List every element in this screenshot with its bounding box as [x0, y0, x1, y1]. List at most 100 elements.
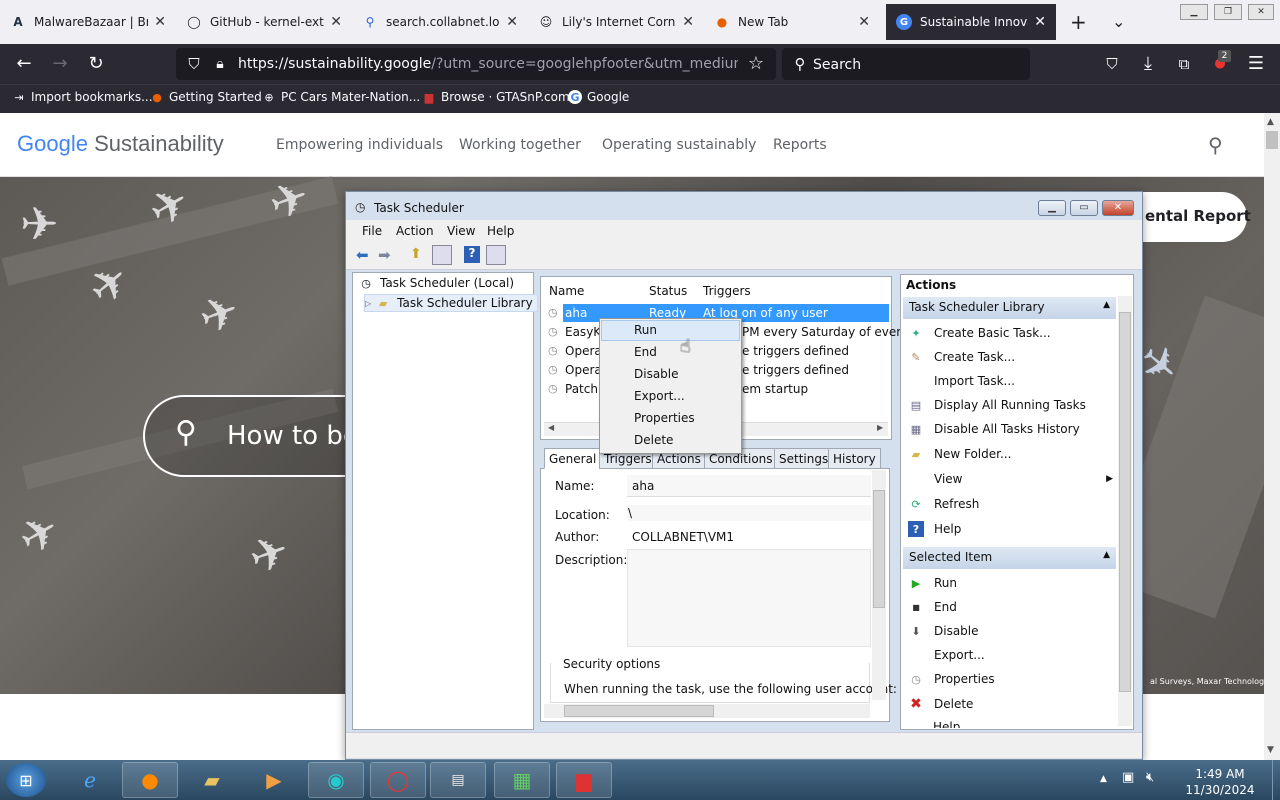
tab-settings[interactable]: Settings	[774, 448, 834, 469]
menu-view[interactable]: View	[447, 224, 475, 238]
start-button[interactable]: ⊞	[6, 763, 46, 797]
tab-github[interactable]: ◯ GitHub - kernel-extens ✕	[176, 4, 352, 40]
shield-icon[interactable]: ⛉	[182, 52, 206, 76]
help-icon[interactable]: ?	[464, 246, 480, 263]
tab-history[interactable]: History	[828, 448, 881, 469]
show-hide-tree-icon[interactable]	[432, 245, 452, 265]
action-display-running-tasks[interactable]: ▤ Display All Running Tasks	[908, 397, 1086, 413]
menu-help[interactable]: Help	[487, 224, 514, 238]
context-delete[interactable]: Delete	[634, 433, 673, 447]
bookmark-pc-cars[interactable]: ⊕ PC Cars Mater-Nation...	[262, 90, 420, 104]
nav-working-together[interactable]: Working together	[459, 137, 581, 153]
action-properties[interactable]: ◷ Properties	[908, 671, 994, 687]
reload-icon[interactable]: ↻	[84, 52, 108, 76]
media-player-icon[interactable]: ▶	[246, 762, 302, 798]
close-tab-icon[interactable]: ✕	[330, 14, 342, 30]
action-disable[interactable]: ⬇ Disable	[908, 623, 978, 639]
firefox-icon[interactable]: ●	[122, 762, 178, 798]
action-create-task[interactable]: ✎ Create Task...	[908, 349, 1015, 365]
tree-library[interactable]: ▷ ▰ Task Scheduler Library	[364, 294, 538, 312]
task-name[interactable]: Opera	[565, 363, 602, 377]
menu-action[interactable]: Action	[396, 224, 434, 238]
new-tab-button[interactable]: +	[1070, 10, 1087, 34]
tab-new-tab[interactable]: ● New Tab ✕	[704, 4, 880, 40]
internet-explorer-icon[interactable]: ℯ	[62, 762, 118, 798]
action-disable-history[interactable]: ▦ Disable All Tasks History	[908, 421, 1080, 437]
nav-empowering-individuals[interactable]: Empowering individuals	[276, 137, 443, 153]
tree-root[interactable]: ◷ Task Scheduler (Local)	[358, 275, 514, 291]
task-trigger[interactable]: em startup	[742, 382, 808, 396]
task-name[interactable]: Patch	[565, 382, 598, 396]
task-trigger[interactable]: PM every Saturday of every w	[742, 325, 922, 339]
library-section-header[interactable]: Task Scheduler Library ▲	[903, 297, 1116, 319]
scroll-down-icon[interactable]: ▼	[1267, 745, 1274, 755]
name-field[interactable]	[627, 475, 871, 497]
tab-general[interactable]: General	[544, 448, 602, 469]
back-icon[interactable]: ←	[12, 52, 36, 76]
task-manager-icon[interactable]: ▦	[494, 762, 550, 798]
ts-minimize-button[interactable]: ▁	[1038, 200, 1066, 216]
bookmark-import[interactable]: ⇥ Import bookmarks...	[12, 90, 152, 104]
action-run[interactable]: ▶ Run	[908, 575, 957, 591]
bookmark-getting-started[interactable]: ● Getting Started	[150, 90, 262, 104]
close-tab-icon[interactable]: ✕	[1034, 14, 1046, 30]
toolbox-icon[interactable]: ▆	[556, 762, 612, 798]
system-clock[interactable]: 1:49 AM 11/30/2024	[1170, 766, 1270, 798]
ts-maximize-button[interactable]: ▭	[1070, 200, 1098, 216]
scroll-left-icon[interactable]: ◀	[548, 423, 554, 432]
lock-icon[interactable]: 🔒︎	[208, 52, 232, 76]
network-icon[interactable]: ▣	[1122, 770, 1134, 785]
context-run[interactable]: Run	[634, 323, 657, 337]
bookmark-star-icon[interactable]: ☆	[744, 52, 768, 76]
action-end[interactable]: ■ End	[908, 599, 957, 615]
task-trigger[interactable]: e triggers defined	[742, 344, 849, 358]
file-explorer-icon[interactable]: ▰	[184, 762, 240, 798]
nav-operating-sustainably[interactable]: Operating sustainably	[602, 137, 756, 153]
collapse-icon[interactable]: ▲	[1103, 300, 1110, 310]
tab-lilys-corner[interactable]: ☺ Lily's Internet Corner ✕	[528, 4, 704, 40]
downloads-icon[interactable]: ⤓	[1136, 52, 1160, 76]
app-icon[interactable]: ◉	[308, 762, 364, 798]
show-hide-action-pane-icon[interactable]	[486, 245, 506, 265]
restore-button[interactable]: ❐	[1214, 4, 1242, 20]
site-search-icon[interactable]: ⚲	[1208, 133, 1223, 157]
opera-icon[interactable]: ◯	[370, 762, 426, 798]
action-new-folder[interactable]: ▰ New Folder...	[908, 446, 1012, 462]
forward-arrow-icon[interactable]: ➡	[378, 246, 391, 264]
context-properties[interactable]: Properties	[634, 411, 695, 425]
bookmark-google[interactable]: G Google	[568, 90, 629, 104]
action-refresh[interactable]: ⟳ Refresh	[908, 496, 979, 512]
action-help[interactable]: ? Help	[908, 521, 961, 537]
column-status[interactable]: Status	[649, 284, 687, 298]
action-view[interactable]: View ▶	[908, 471, 1113, 487]
task-name[interactable]: Opera	[565, 344, 602, 358]
action-export[interactable]: Export...	[908, 647, 985, 663]
context-disable[interactable]: Disable	[634, 367, 679, 381]
action-help-clipped[interactable]: Help	[901, 716, 1117, 728]
notepad-icon[interactable]: ▤	[430, 762, 486, 798]
show-hidden-icons[interactable]: ▲	[1100, 774, 1107, 784]
pocket-icon[interactable]: ⛉	[1100, 52, 1124, 76]
selected-section-header[interactable]: Selected Item ▲	[903, 547, 1116, 569]
action-create-basic-task[interactable]: ✦ Create Basic Task...	[908, 325, 1050, 341]
tab-sustainable-innovation[interactable]: G Sustainable Innovatio ✕	[886, 4, 1056, 40]
close-tab-icon[interactable]: ✕	[506, 14, 518, 30]
forward-icon[interactable]: →	[48, 52, 72, 76]
url-text[interactable]: https://sustainability.google/?utm_sourc…	[238, 56, 738, 72]
up-folder-icon[interactable]: ⬆	[410, 246, 422, 262]
page-scrollbar[interactable]: ▲ ▼	[1264, 113, 1280, 760]
scroll-right-icon[interactable]: ▶	[877, 423, 883, 432]
site-logo[interactable]: Google Sustainability	[17, 131, 224, 157]
context-end[interactable]: End	[634, 345, 657, 359]
detail-scroll-thumb[interactable]	[873, 490, 885, 608]
detail-hscroll-thumb[interactable]	[564, 705, 714, 717]
menu-file[interactable]: File	[362, 224, 382, 238]
menu-icon[interactable]: ☰	[1244, 52, 1268, 76]
back-arrow-icon[interactable]: ⬅	[356, 246, 369, 264]
bookmark-gtasnp[interactable]: ▆ Browse · GTASnP.com	[422, 90, 570, 104]
ts-close-button[interactable]: ✕	[1102, 200, 1134, 216]
action-import-task[interactable]: Import Task...	[908, 373, 1015, 389]
minimize-button[interactable]: ▁	[1180, 4, 1208, 20]
action-delete[interactable]: ✖ Delete	[908, 696, 973, 712]
volume-muted-icon[interactable]: 🔇︎	[1146, 770, 1154, 785]
